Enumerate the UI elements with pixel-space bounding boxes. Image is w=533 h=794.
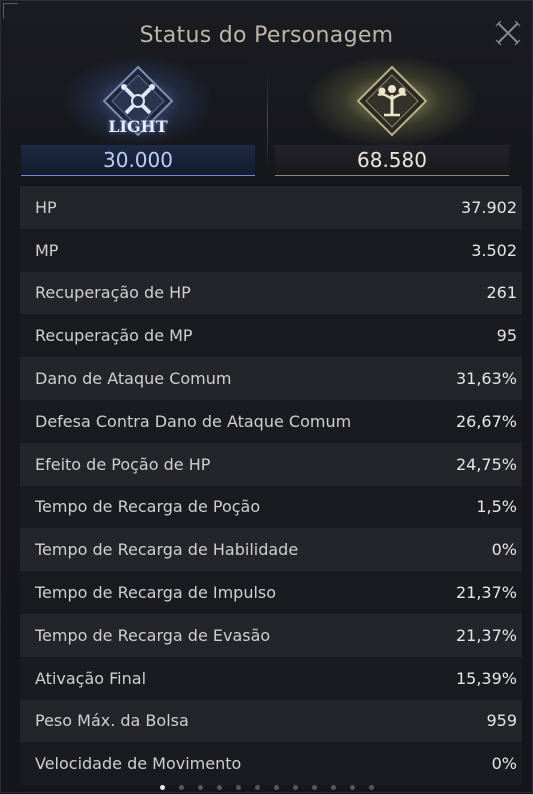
stats-list: HP 37.902 MP 3.502 Recuperação de HP 261… xyxy=(20,186,522,786)
light-emblem-panel: LIGHT 30.000 xyxy=(21,56,255,177)
stat-value: 959 xyxy=(486,711,517,731)
stat-row-evasion-cooldown: Tempo de Recarga de Evasão 21,37% xyxy=(20,613,522,657)
stat-value: 15,39% xyxy=(455,668,517,688)
page-dot[interactable] xyxy=(292,785,298,790)
stat-row-common-attack-damage: Dano de Ataque Comum 31,63% xyxy=(20,357,522,400)
page-dot[interactable] xyxy=(197,785,203,790)
stat-row-movement-speed: Velocidade de Movimento 0% xyxy=(20,742,522,786)
stat-value: 21,37% xyxy=(455,625,517,645)
page-dot[interactable] xyxy=(254,785,260,790)
window-corner-ornament xyxy=(3,3,18,18)
stat-value: 261 xyxy=(486,283,517,303)
stat-label: Dano de Ataque Comum xyxy=(35,369,232,389)
stat-label: Velocidade de Movimento xyxy=(35,754,242,774)
light-score: 30.000 xyxy=(21,145,255,176)
stat-row-final-activation: Ativação Final 15,39% xyxy=(20,656,522,700)
page-dot[interactable] xyxy=(178,785,184,790)
window-title: Status do Personagem xyxy=(139,23,394,48)
close-icon[interactable] xyxy=(495,20,521,46)
status-window: Status do Personagem LIGHT 30.000 68.580… xyxy=(0,0,533,793)
stat-value: 31,63% xyxy=(455,369,517,389)
stat-row-mp: MP 3.502 xyxy=(20,228,522,272)
tree-score: 68.580 xyxy=(275,145,509,176)
stat-value: 95 xyxy=(496,326,517,346)
stat-label: Ativação Final xyxy=(35,668,147,688)
page-dot[interactable] xyxy=(368,785,374,790)
stat-row-common-attack-defense: Defesa Contra Dano de Ataque Comum 26,67… xyxy=(20,399,522,443)
stat-value: 3.502 xyxy=(471,240,517,260)
page-dot[interactable] xyxy=(159,785,165,790)
stat-label: MP xyxy=(35,240,59,260)
stat-label: Tempo de Recarga de Poção xyxy=(35,497,261,517)
stat-value: 37.902 xyxy=(461,197,517,217)
stat-label: Recuperação de MP xyxy=(35,326,193,346)
emblem-divider xyxy=(267,71,268,171)
stat-row-hp-recovery: Recuperação de HP 261 xyxy=(20,271,522,315)
tree-emblem-panel: 68.580 xyxy=(275,56,509,177)
stat-label: Tempo de Recarga de Evasão xyxy=(35,625,271,645)
stat-value: 0% xyxy=(491,540,517,560)
stat-row-max-bag-weight: Peso Máx. da Bolsa 959 xyxy=(20,699,522,743)
stat-row-hp-potion-effect: Efeito de Poção de HP 24,75% xyxy=(20,442,522,486)
stat-value: 26,67% xyxy=(455,411,517,431)
page-dot[interactable] xyxy=(216,785,222,790)
page-dot[interactable] xyxy=(311,785,317,790)
page-dot[interactable] xyxy=(235,785,241,790)
stat-value: 24,75% xyxy=(455,454,517,474)
stat-label: Tempo de Recarga de Impulso xyxy=(35,583,277,603)
light-label: LIGHT xyxy=(108,117,168,136)
stat-label: Recuperação de HP xyxy=(35,283,191,303)
tree-crest-icon xyxy=(356,65,428,137)
stat-row-mp-recovery: Recuperação de MP 95 xyxy=(20,314,522,358)
stat-value: 1,5% xyxy=(476,497,517,517)
stat-label: Efeito de Poção de HP xyxy=(35,454,211,474)
stat-label: HP xyxy=(35,197,57,217)
page-dot[interactable] xyxy=(273,785,279,790)
page-dot[interactable] xyxy=(349,785,355,790)
stat-value: 0% xyxy=(491,754,517,774)
stat-row-hp: HP 37.902 xyxy=(20,186,522,229)
stat-label: Tempo de Recarga de Habilidade xyxy=(35,540,299,560)
stat-label: Defesa Contra Dano de Ataque Comum xyxy=(35,411,352,431)
stat-label: Peso Máx. da Bolsa xyxy=(35,711,189,731)
stat-row-impulse-cooldown: Tempo de Recarga de Impulso 21,37% xyxy=(20,571,522,614)
stat-row-skill-cooldown: Tempo de Recarga de Habilidade 0% xyxy=(20,528,522,572)
page-dot[interactable] xyxy=(330,785,336,790)
stat-row-potion-cooldown: Tempo de Recarga de Poção 1,5% xyxy=(20,485,522,529)
stat-value: 21,37% xyxy=(455,583,517,603)
